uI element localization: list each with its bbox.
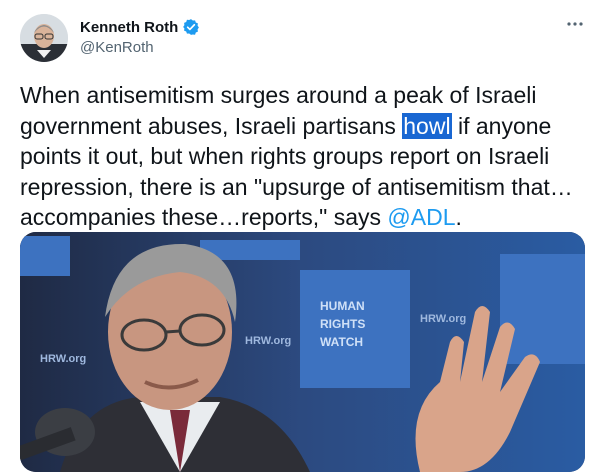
selected-word: howl	[402, 112, 452, 139]
tweet-card: Kenneth Roth @KenRoth When antisemitism …	[0, 0, 602, 472]
backdrop-logo-line-1: HUMAN	[320, 299, 365, 313]
tweet-text-after: .	[455, 204, 462, 230]
author-handle[interactable]: @KenRoth	[80, 39, 200, 56]
backdrop-logo-line-2: RIGHTS	[320, 317, 365, 331]
backdrop-url: HRW.org	[245, 335, 291, 347]
verified-badge-icon	[182, 18, 200, 36]
backdrop-url-3: HRW.org	[40, 353, 86, 365]
backdrop-logo-line-3: WATCH	[320, 335, 363, 349]
avatar[interactable]	[20, 14, 68, 62]
tweet-photo[interactable]: HUMAN RIGHTS WATCH HRW.org HRW.org HRW.o…	[20, 232, 585, 472]
tweet-text: When antisemitism surges around a peak o…	[20, 80, 580, 233]
author-name[interactable]: Kenneth Roth	[80, 19, 178, 36]
backdrop-url-2: HRW.org	[420, 313, 466, 325]
more-options-icon[interactable]	[560, 14, 590, 38]
mention-link[interactable]: @ADL	[387, 204, 455, 230]
author-block: Kenneth Roth @KenRoth	[80, 18, 200, 56]
